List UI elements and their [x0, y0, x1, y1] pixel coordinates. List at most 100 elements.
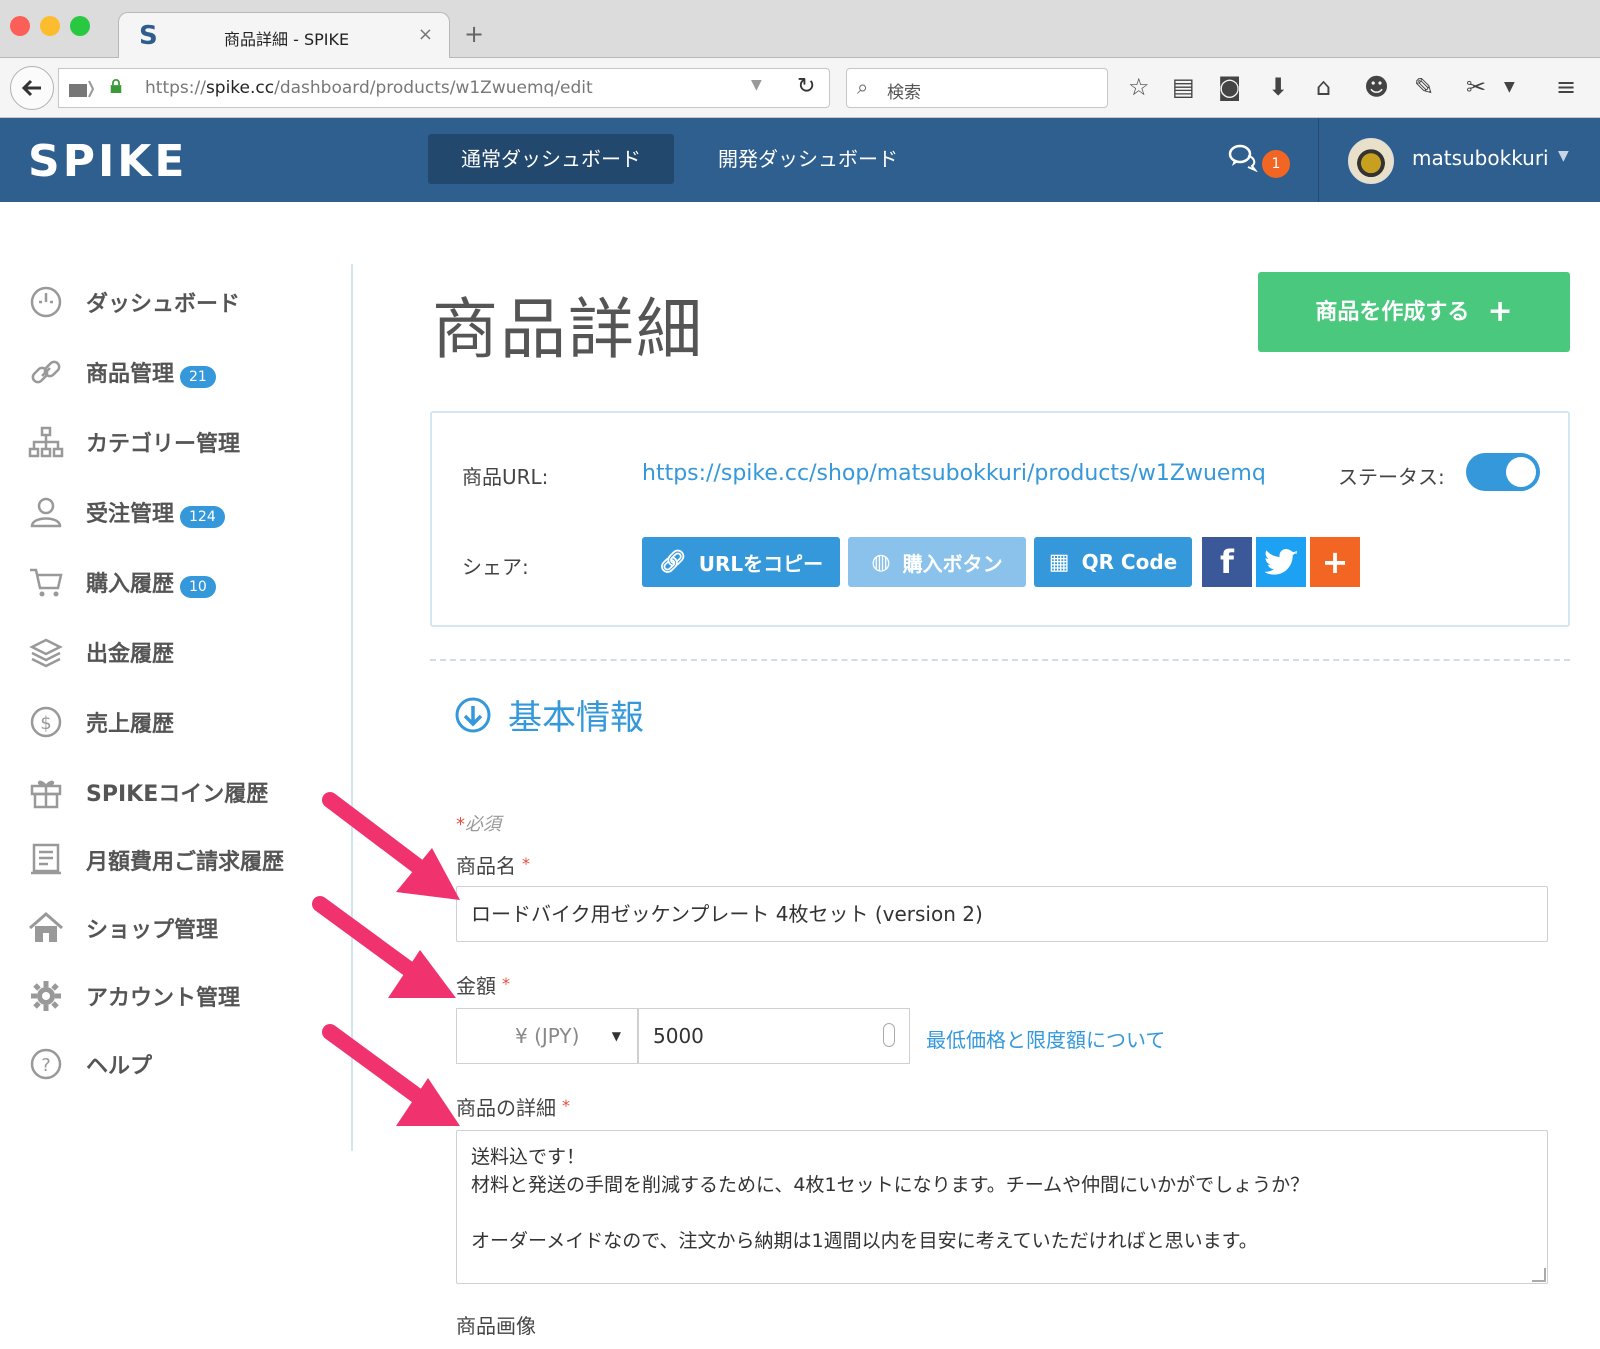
- sidebar-item-billing[interactable]: 月額費用ご請求履歴: [28, 838, 284, 882]
- sidebar-item-orders[interactable]: 受注管理 124: [28, 490, 225, 534]
- description-line: 送料込です！: [471, 1146, 586, 1168]
- product-url-label: 商品URL:: [462, 465, 549, 489]
- help-icon: ?: [30, 1048, 62, 1080]
- create-product-button[interactable]: 商品を作成する +: [1258, 272, 1570, 352]
- home-icon[interactable]: ⌂: [1316, 72, 1331, 102]
- menu-icon[interactable]: ≡: [1556, 72, 1576, 102]
- product-url-link[interactable]: https://spike.cc/shop/matsubokkuri/produ…: [642, 461, 1266, 486]
- facebook-share-button[interactable]: f: [1202, 537, 1252, 587]
- new-tab-button[interactable]: +: [464, 20, 484, 48]
- browser-tab[interactable]: S 商品詳細 - SPIKE ×: [118, 12, 450, 59]
- sidebar-item-label: 購入履歴 10: [86, 566, 216, 598]
- sidebar-item-label: 出金履歴: [86, 642, 175, 667]
- sidebar-item-label: アカウント管理: [86, 986, 241, 1011]
- globe-icon: ◍: [871, 549, 891, 575]
- url-dropdown-icon[interactable]: ▼: [751, 77, 762, 93]
- arrow-circle-down-icon[interactable]: [454, 696, 492, 734]
- facebook-icon: f: [1220, 543, 1234, 581]
- chat-bubble-icon[interactable]: ☻: [1364, 72, 1389, 102]
- annotation-arrow-icon: [322, 792, 460, 900]
- twitter-share-button[interactable]: twitter: [1256, 537, 1306, 587]
- home-icon: [29, 912, 63, 942]
- sidebar-item-coins[interactable]: SPIKEコイン履歴: [28, 770, 268, 814]
- sidebar-item-sales[interactable]: $ 売上履歴: [28, 700, 174, 744]
- star-icon[interactable]: ☆: [1128, 72, 1150, 102]
- sidebar-item-label: 受注管理 124: [86, 496, 225, 528]
- description-textarea[interactable]: 送料込です！ 材料と発送の手間を削減するために、4枚1セットになります。チームや…: [456, 1130, 1548, 1284]
- nav-normal-dashboard[interactable]: 通常ダッシュボード: [428, 134, 674, 184]
- annotation-arrow-icon: [322, 1024, 460, 1126]
- sidebar-item-categories[interactable]: カテゴリー管理: [28, 420, 240, 464]
- maximize-window-button[interactable]: [70, 16, 90, 36]
- username[interactable]: matsubokkuri: [1412, 146, 1549, 170]
- address-bar[interactable]: https://spike.cc/dashboard/products/w1Zw…: [58, 68, 830, 108]
- resize-handle-icon[interactable]: [1532, 1268, 1546, 1282]
- svg-text:?: ?: [41, 1055, 51, 1076]
- copy-url-button[interactable]: 🔗︎ URLをコピー: [642, 537, 840, 587]
- number-spinner-icon[interactable]: [883, 1023, 895, 1047]
- plus-icon: +: [1487, 294, 1513, 329]
- download-icon[interactable]: ⬇: [1268, 72, 1288, 102]
- price-input[interactable]: 5000: [638, 1008, 910, 1064]
- nav-dev-dashboard[interactable]: 開発ダッシュボード: [718, 134, 898, 184]
- spike-logo[interactable]: SPIKE: [28, 136, 187, 187]
- sidebar-item-label: 商品管理 21: [86, 356, 216, 388]
- sidebar-item-purchases[interactable]: 購入履歴 10: [28, 560, 216, 604]
- more-share-button[interactable]: +: [1310, 537, 1360, 587]
- count-badge: 124: [180, 506, 225, 528]
- lock-icon: [110, 79, 122, 93]
- currency-select[interactable]: ¥ (JPY) ▼: [456, 1008, 638, 1064]
- status-toggle[interactable]: [1466, 453, 1540, 491]
- pocket-icon[interactable]: ◙: [1218, 72, 1241, 102]
- product-name-input[interactable]: ロードバイク用ゼッケンプレート 4枚セット (version 2): [456, 886, 1548, 942]
- sidebar-item-account[interactable]: アカウント管理: [28, 974, 240, 1018]
- toggle-knob: [1506, 457, 1536, 487]
- search-placeholder: 検索: [887, 83, 921, 103]
- sidebar-divider: [351, 264, 353, 1151]
- count-badge: 10: [180, 576, 216, 598]
- dashboard-icon: [30, 286, 62, 318]
- extension-icon[interactable]: ✎: [1414, 72, 1434, 102]
- sidebar-item-dashboard[interactable]: ダッシュボード: [28, 280, 240, 324]
- currency-value: ¥ (JPY): [515, 1024, 580, 1048]
- chevron-down-icon[interactable]: ▼: [1558, 148, 1569, 164]
- qr-code-button[interactable]: ▦ QR Code: [1034, 537, 1192, 587]
- link-icon: [31, 360, 61, 384]
- price-limits-link[interactable]: 最低価格と限度額について: [926, 1024, 1165, 1053]
- status-label: ステータス:: [1338, 465, 1445, 489]
- close-window-button[interactable]: [10, 16, 30, 36]
- sidebar-item-label: 月額費用ご請求履歴: [86, 850, 285, 875]
- spike-favicon-icon: S: [139, 21, 158, 51]
- avatar[interactable]: [1348, 138, 1394, 184]
- site-identity-icon[interactable]: [67, 79, 95, 99]
- buy-button-button[interactable]: ◍ 購入ボタン: [848, 537, 1026, 587]
- url-text[interactable]: https://spike.cc/dashboard/products/w1Zw…: [145, 78, 593, 98]
- sidebar-item-shop[interactable]: ショップ管理: [28, 906, 218, 950]
- sidebar-item-products[interactable]: 商品管理 21: [28, 350, 216, 394]
- browser-navbar: https://spike.cc/dashboard/products/w1Zw…: [0, 58, 1600, 118]
- description-line: オーダーメイドなので、注文から納期は1週間以内を目安に考えていただければと思いま…: [471, 1230, 1258, 1252]
- product-url-panel: 商品URL: https://spike.cc/shop/matsubokkur…: [430, 411, 1570, 627]
- sidebar-item-help[interactable]: ? ヘルプ: [28, 1042, 152, 1086]
- cart-icon: [30, 568, 63, 597]
- tab-title: 商品詳細 - SPIKE: [224, 30, 350, 49]
- tab-close-icon[interactable]: ×: [418, 24, 433, 45]
- section-divider: [430, 659, 1570, 661]
- comments-icon[interactable]: [1228, 142, 1258, 172]
- sidebar-item-withdrawals[interactable]: 出金履歴: [28, 630, 174, 674]
- users-icon: [30, 497, 62, 528]
- product-image-label: 商品画像: [456, 1314, 536, 1338]
- header-divider: [1318, 118, 1319, 202]
- gift-icon: [30, 780, 62, 809]
- invoice-icon: [31, 843, 61, 875]
- sidebar-item-label: 売上履歴: [86, 712, 175, 737]
- description-label: 商品の詳細 *: [456, 1096, 570, 1120]
- link-icon: 🔗︎: [658, 549, 687, 575]
- browser-search-bar[interactable]: ⌕ 検索: [846, 68, 1108, 108]
- reading-list-icon[interactable]: ▤: [1172, 72, 1195, 102]
- screenshot-icon[interactable]: ✂: [1466, 72, 1486, 102]
- toolbar-dropdown-icon[interactable]: ▼: [1504, 72, 1515, 102]
- minimize-window-button[interactable]: [40, 16, 60, 36]
- back-button[interactable]: [10, 66, 54, 110]
- reload-icon[interactable]: ↻: [797, 74, 815, 99]
